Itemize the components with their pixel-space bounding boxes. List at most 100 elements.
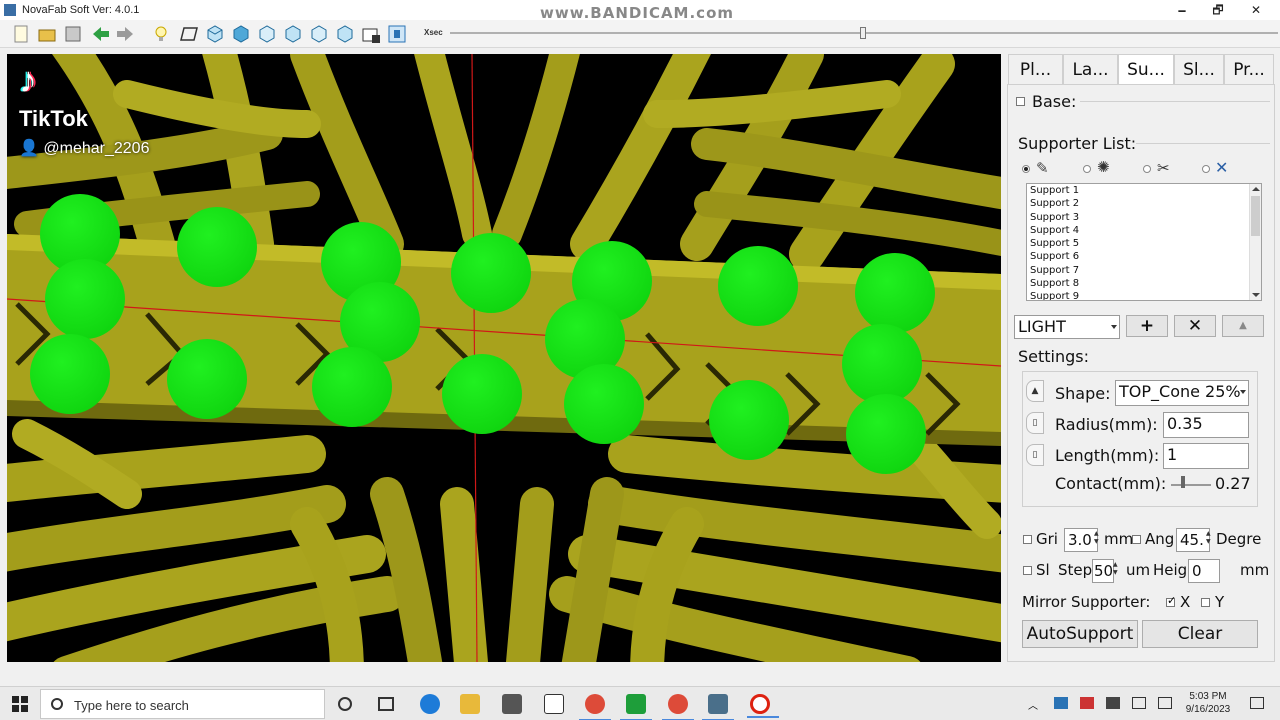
lightbulb-icon[interactable]: [150, 23, 172, 45]
list-item[interactable]: Support 7: [1027, 264, 1261, 277]
scroll-down-icon[interactable]: [1252, 293, 1260, 297]
tray-app-icon[interactable]: [1054, 697, 1068, 709]
support-sphere[interactable]: [451, 233, 531, 313]
cube-view-6-icon[interactable]: [334, 23, 356, 45]
store-icon[interactable]: [502, 694, 522, 714]
tab-layers[interactable]: La...: [1063, 54, 1118, 84]
taskbar-search[interactable]: Type here to search: [40, 689, 325, 719]
base-checkbox[interactable]: [1016, 97, 1025, 106]
support-sphere[interactable]: [564, 364, 644, 444]
support-sphere[interactable]: [312, 347, 392, 427]
support-sphere[interactable]: [30, 334, 110, 414]
undo-arrow-icon[interactable]: [90, 23, 112, 45]
redo-arrow-icon[interactable]: [114, 23, 136, 45]
list-scrollbar[interactable]: [1249, 184, 1261, 300]
cube-view-3-icon[interactable]: [256, 23, 278, 45]
height-input[interactable]: 0: [1188, 559, 1220, 583]
angle-input[interactable]: 45.: [1176, 528, 1210, 552]
cube-view-5-icon[interactable]: [308, 23, 330, 45]
add-support-button[interactable]: +: [1126, 315, 1168, 337]
list-item[interactable]: Support 3: [1027, 211, 1261, 224]
bottom-cone-icon[interactable]: ▯: [1026, 444, 1044, 466]
grid-spin-icon[interactable]: ▲ ▼: [1094, 530, 1102, 546]
bandicam-record-icon[interactable]: [747, 694, 779, 718]
top-cone-icon[interactable]: ▲: [1026, 380, 1044, 402]
support-sphere[interactable]: [718, 246, 798, 326]
angle-checkbox[interactable]: [1132, 535, 1141, 544]
tool-radio-tools[interactable]: [1202, 165, 1210, 173]
tool-radio-brush[interactable]: [1022, 165, 1030, 173]
support-sphere[interactable]: [167, 339, 247, 419]
support-sphere[interactable]: [45, 259, 125, 339]
angle-spin-icon[interactable]: ▲ ▼: [1206, 530, 1214, 546]
chrome-icon[interactable]: [579, 694, 611, 720]
cube-view-2-icon[interactable]: [230, 23, 252, 45]
chrome-profile-icon[interactable]: [662, 694, 694, 720]
cube-view-4-icon[interactable]: [282, 23, 304, 45]
support-sphere[interactable]: [442, 354, 522, 434]
list-item[interactable]: Support 8: [1027, 277, 1261, 290]
mirror-y-checkbox[interactable]: [1201, 598, 1210, 607]
scroll-thumb[interactable]: [1251, 196, 1260, 236]
new-file-icon[interactable]: [10, 23, 32, 45]
list-item[interactable]: Support 6: [1027, 250, 1261, 263]
network-icon[interactable]: [1132, 697, 1146, 709]
contact-slider-track[interactable]: [1171, 484, 1211, 486]
task-view-icon[interactable]: [378, 697, 394, 711]
length-input[interactable]: 1: [1163, 443, 1249, 469]
support-sphere[interactable]: [846, 394, 926, 474]
clear-button[interactable]: Clear: [1142, 620, 1258, 648]
tool-radio-scissors[interactable]: [1143, 165, 1151, 173]
minimize-button[interactable]: 🗕: [1164, 0, 1200, 20]
battery-icon[interactable]: [1106, 697, 1120, 709]
step-spin-icon[interactable]: ▲ ▼: [1113, 561, 1121, 577]
mail-icon[interactable]: [544, 694, 564, 714]
autosupport-button[interactable]: AutoSupport: [1022, 620, 1138, 648]
windows-start-icon[interactable]: [12, 696, 28, 712]
support-sphere[interactable]: [842, 324, 922, 404]
middle-cylinder-icon[interactable]: ▯: [1026, 412, 1044, 434]
maximize-button[interactable]: 🗗: [1200, 0, 1236, 20]
notifications-icon[interactable]: [1250, 697, 1264, 709]
mirror-x-checkbox[interactable]: [1166, 594, 1176, 607]
print-settings-icon[interactable]: [360, 23, 382, 45]
list-item[interactable]: Support 4: [1027, 224, 1261, 237]
clock[interactable]: 5:03 PM 9/16/2023: [1183, 690, 1233, 716]
open-file-icon[interactable]: [36, 23, 58, 45]
chart-app-icon[interactable]: [620, 694, 652, 720]
delete-support-button[interactable]: ✕: [1174, 315, 1216, 337]
list-item[interactable]: Support 9: [1027, 290, 1261, 300]
edit-support-button[interactable]: ▲: [1222, 315, 1264, 337]
cube-view-1-icon[interactable]: [204, 23, 226, 45]
support-sphere[interactable]: [855, 253, 935, 333]
tab-placement[interactable]: Pl...: [1008, 54, 1063, 84]
tab-slice[interactable]: Sl...: [1174, 54, 1224, 84]
cortana-icon[interactable]: [338, 697, 352, 711]
grid-input[interactable]: 3.0: [1064, 528, 1098, 552]
file-explorer-icon[interactable]: [460, 694, 480, 714]
step-input[interactable]: 50: [1092, 559, 1114, 583]
contact-slider-thumb[interactable]: [1181, 476, 1185, 488]
xsec-slider-thumb[interactable]: [860, 27, 866, 39]
support-type-select[interactable]: LIGHT: [1014, 315, 1120, 339]
tab-print[interactable]: Pr...: [1224, 54, 1274, 84]
support-sphere[interactable]: [177, 207, 257, 287]
tray-chevron-icon[interactable]: ︿: [1028, 697, 1042, 712]
tray-app2-icon[interactable]: [1080, 697, 1094, 709]
parallelogram-view-icon[interactable]: [178, 23, 200, 45]
edge-browser-icon[interactable]: [420, 694, 440, 714]
slice-checkbox[interactable]: [1023, 566, 1032, 575]
tab-support[interactable]: Su...: [1118, 54, 1174, 84]
close-button[interactable]: ✕: [1238, 0, 1274, 20]
save-icon[interactable]: [62, 23, 84, 45]
supporter-list[interactable]: Support 1 Support 2 Support 3 Support 4 …: [1026, 183, 1262, 301]
tool-radio-gear[interactable]: [1083, 165, 1091, 173]
support-sphere[interactable]: [709, 380, 789, 460]
list-item[interactable]: Support 1: [1027, 184, 1261, 197]
list-item[interactable]: Support 5: [1027, 237, 1261, 250]
info-icon[interactable]: [386, 23, 408, 45]
scroll-up-icon[interactable]: [1252, 187, 1260, 191]
3d-viewport[interactable]: ♪ TikTok 👤 @mehar_2206: [7, 54, 1001, 662]
volume-icon[interactable]: [1158, 697, 1172, 709]
list-item[interactable]: Support 2: [1027, 197, 1261, 210]
